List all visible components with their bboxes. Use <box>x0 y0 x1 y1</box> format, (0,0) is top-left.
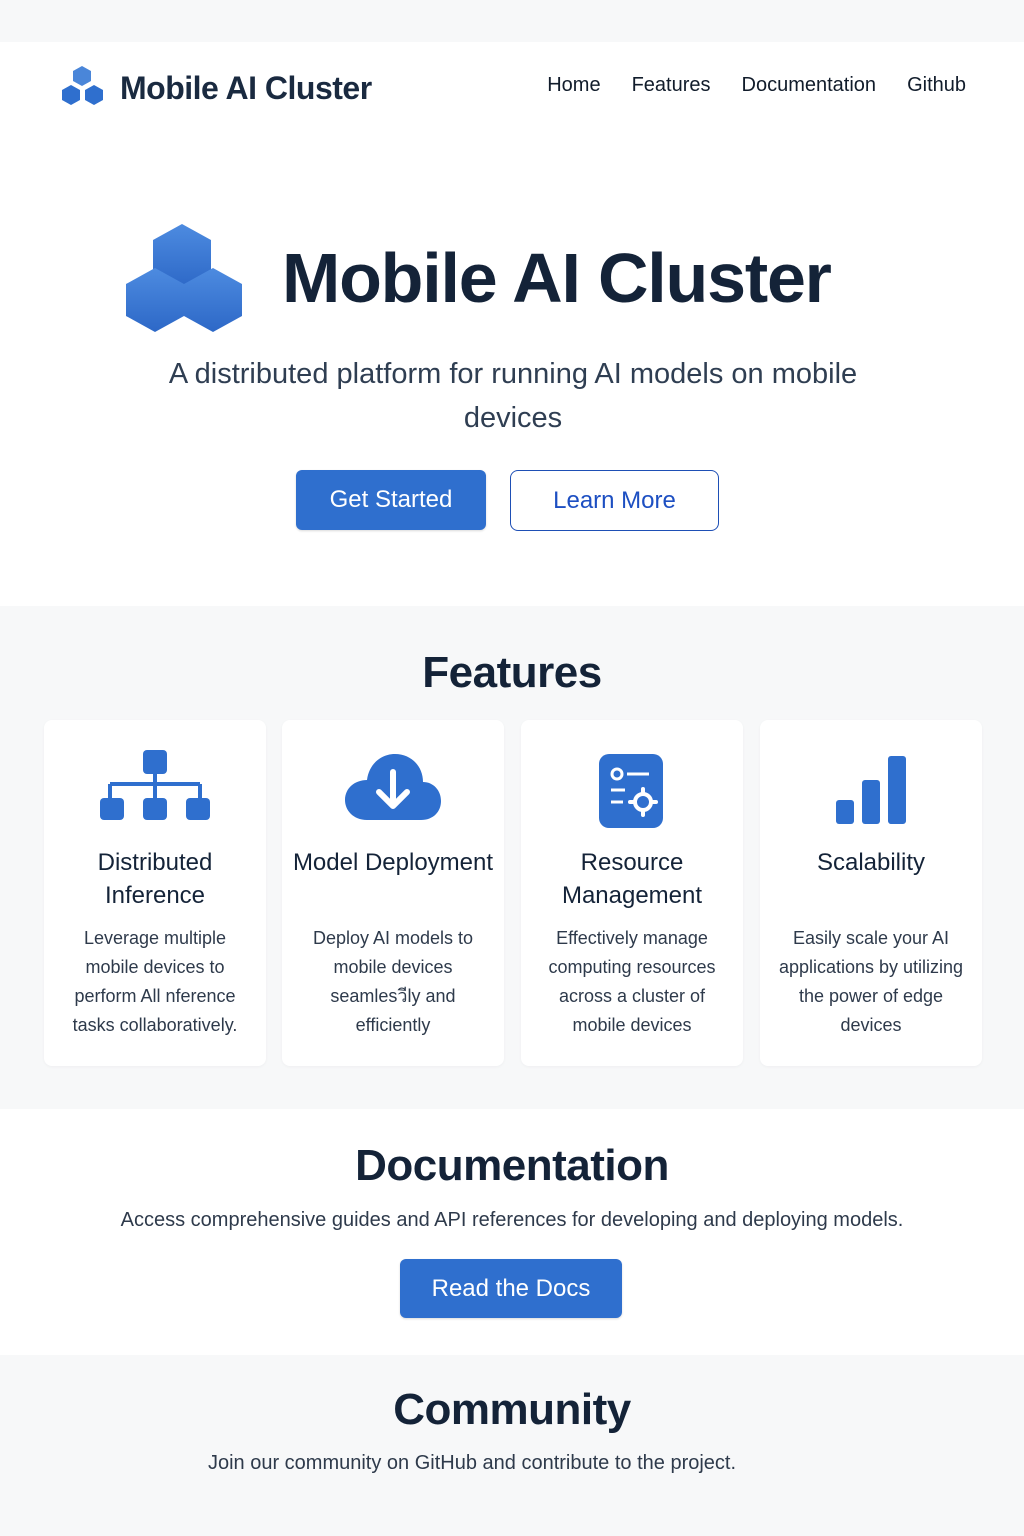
get-started-button[interactable]: Get Started <box>296 470 486 530</box>
community-section: Community Join our community on GitHub a… <box>0 1355 1024 1536</box>
feature-card-description: Easily scale your AI applications by uti… <box>778 928 964 1035</box>
hero-subtitle: A distributed platform for running AI mo… <box>168 358 858 434</box>
main-nav: Home Features Documentation Github <box>547 74 966 97</box>
learn-more-button[interactable]: Learn More <box>510 470 719 531</box>
feature-card-title: Resource Management <box>561 849 703 909</box>
brand[interactable]: Mobile AI Cluster <box>58 64 372 112</box>
hexagon-cluster-icon <box>126 224 242 332</box>
features-title: Features <box>422 648 602 697</box>
brand-name: Mobile AI Cluster <box>120 69 372 106</box>
community-text: Join our community on GitHub and contrib… <box>207 1452 737 1474</box>
read-docs-button[interactable]: Read the Docs <box>400 1259 622 1318</box>
feature-card-model-deployment: Model Deployment Deploy AI models to mob… <box>282 720 504 1066</box>
network-tree-icon <box>100 750 210 820</box>
feature-card-title: Scalability <box>816 849 926 876</box>
bar-chart-icon <box>836 756 906 824</box>
hero-section: Mobile AI Cluster A distributed platform… <box>0 134 1024 606</box>
feature-card-description: Effectively manage computing resources a… <box>548 928 716 1035</box>
hero-title: Mobile AI Cluster <box>282 239 832 317</box>
hexagon-cluster-icon <box>62 66 103 105</box>
documentation-section: Documentation Access comprehensive guide… <box>0 1109 1024 1355</box>
feature-card-title: Model Deployment <box>292 849 494 876</box>
site-header: Mobile AI Cluster Home Features Document… <box>0 42 1024 134</box>
nav-home[interactable]: Home <box>547 74 600 97</box>
hero-logo-row: Mobile AI Cluster <box>124 222 832 334</box>
documentation-text: Access comprehensive guides and API refe… <box>120 1209 904 1231</box>
feature-card-description: Deploy AI models to mobile devices seaml… <box>312 928 474 1035</box>
feature-card-title: Distributed Inference <box>97 849 213 909</box>
hero-buttons: Get Started Learn More <box>296 470 719 531</box>
feature-card-scalability: Scalability Easily scale your AI applica… <box>760 720 982 1066</box>
feature-card-distributed-inference: Distributed Inference Leverage multiple … <box>44 720 266 1066</box>
nav-github[interactable]: Github <box>907 74 966 97</box>
cloud-download-icon <box>345 754 441 820</box>
feature-card-description: Leverage multiple mobile devices to perf… <box>72 928 238 1035</box>
page: Mobile AI Cluster Home Features Document… <box>0 0 1024 1536</box>
top-strip <box>0 0 1024 42</box>
documentation-title: Documentation <box>355 1141 669 1190</box>
nav-features[interactable]: Features <box>632 74 711 97</box>
features-section: Features Distributed Inference Leverage … <box>0 606 1024 1109</box>
feature-card-resource-management: Resource Management Effectively manage c… <box>521 720 743 1066</box>
resource-settings-icon <box>599 754 663 828</box>
community-title: Community <box>393 1385 631 1434</box>
nav-documentation[interactable]: Documentation <box>742 74 877 97</box>
